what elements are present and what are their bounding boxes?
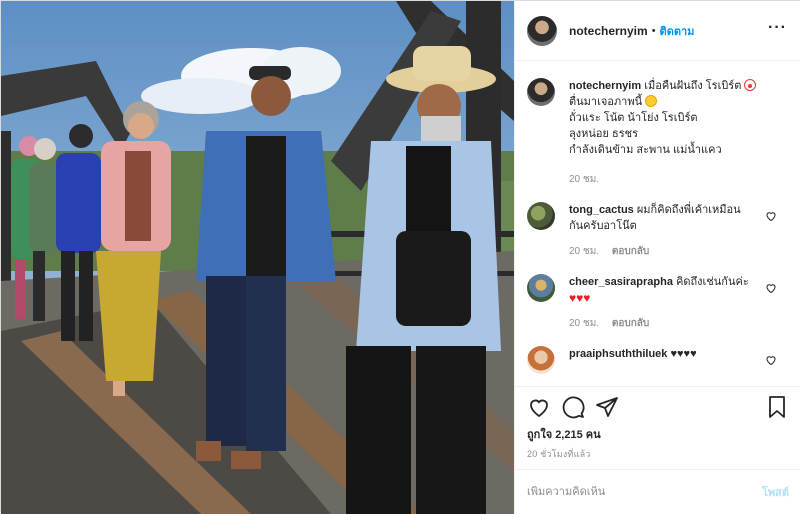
- add-comment-bar: โพสต์: [515, 469, 800, 513]
- caption-line: กำลังเดินข้าม สะพาน แม่น้ำแคว: [569, 144, 722, 156]
- comment-heart-icon[interactable]: [765, 282, 777, 294]
- add-comment-input[interactable]: [527, 485, 762, 498]
- comment-item: tong_cactus ผมก็คิดถึงพี่เค้าเหมือน กันค…: [527, 202, 789, 260]
- post-photo-illustration: [1, 1, 514, 514]
- commenter-avatar[interactable]: [527, 346, 555, 374]
- caption-line: ลุงหน่อย ธรชร: [569, 128, 638, 140]
- post-comment-button[interactable]: โพสต์: [762, 483, 789, 501]
- reply-button[interactable]: ตอบกลับ: [612, 318, 649, 329]
- comment-text: ผมก็คิดถึงพี่เค้าเหมือน: [636, 204, 741, 216]
- post-actions-bar: [515, 386, 800, 426]
- reply-button[interactable]: ตอบกลับ: [612, 246, 649, 257]
- smiling-face-emoji-icon: [645, 95, 658, 107]
- comment-heart-icon[interactable]: [765, 354, 777, 366]
- commenter-avatar[interactable]: [527, 202, 555, 230]
- comment-item: cheer_sasiraprapha คิดถึงเช่นกันค่ะ ♥♥♥ …: [527, 274, 789, 332]
- author-avatar[interactable]: [527, 15, 557, 46]
- post-photo[interactable]: [1, 1, 514, 514]
- comment-text: กันครับอาโน๊ต: [569, 220, 637, 232]
- likes-count[interactable]: ถูกใจ 2,215 คน: [527, 425, 601, 443]
- comment-time[interactable]: 20 ชม.: [569, 246, 599, 257]
- caption-username[interactable]: notechernyim: [569, 80, 641, 92]
- caption-line: เมื่อคืนฝันถึง โรเบิร์ต: [644, 80, 742, 92]
- comment-heart-icon[interactable]: [765, 210, 777, 222]
- commenter-username[interactable]: cheer_sasiraprapha: [569, 276, 673, 288]
- comment-item: praaiphsuththiluek ♥♥♥♥: [527, 346, 789, 374]
- caption-time[interactable]: 20 ชม.: [569, 174, 599, 185]
- header-separator: •: [651, 24, 656, 37]
- comments-list[interactable]: notechernyim เมื่อคืนฝันถึง โรเบิร์ต ตื่…: [515, 62, 800, 382]
- caption-line: ถั่วแระ โน้ต น้าโย่ง โรเบิร์ต: [569, 112, 698, 124]
- paper-plane-icon[interactable]: [595, 395, 619, 419]
- clown-emoji-icon: [744, 79, 757, 91]
- red-hearts-emoji: ♥♥♥: [569, 291, 591, 305]
- comment-text: ♥♥♥♥: [670, 348, 697, 360]
- commenter-avatar[interactable]: [527, 274, 555, 302]
- post-header: notechernyim • ติดตาม ···: [515, 1, 800, 61]
- heart-icon[interactable]: [527, 395, 551, 419]
- commenter-username[interactable]: tong_cactus: [569, 204, 634, 216]
- post-timestamp[interactable]: 20 ชั่วโมงที่แล้ว: [527, 447, 591, 461]
- post-side-panel: notechernyim • ติดตาม ··· notechernyim เ…: [514, 1, 800, 514]
- bookmark-icon[interactable]: [765, 395, 789, 419]
- comment-time[interactable]: 20 ชม.: [569, 318, 599, 329]
- comment-text: คิดถึงเช่นกันค่ะ: [676, 276, 749, 288]
- instagram-post-window: notechernyim • ติดตาม ··· notechernyim เ…: [0, 0, 800, 514]
- caption-line: ตื่นมาเจอภาพนี้: [569, 96, 643, 108]
- author-username[interactable]: notechernyim: [569, 24, 648, 38]
- commenter-username[interactable]: praaiphsuththiluek: [569, 348, 667, 360]
- comment-bubble-icon[interactable]: [561, 395, 585, 419]
- caption-author-avatar[interactable]: [527, 78, 555, 106]
- post-caption: notechernyim เมื่อคืนฝันถึง โรเบิร์ต ตื่…: [527, 78, 789, 188]
- follow-button[interactable]: ติดตาม: [660, 22, 695, 40]
- more-options-icon[interactable]: ···: [768, 19, 787, 37]
